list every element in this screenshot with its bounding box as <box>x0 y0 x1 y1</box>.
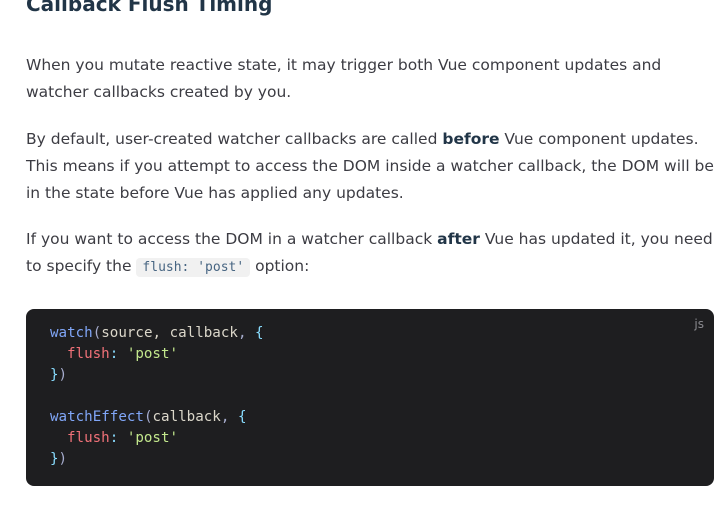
emphasis-before: before <box>442 130 500 148</box>
code-paren-open: ( <box>92 325 102 341</box>
code-property-key: flush <box>67 346 110 362</box>
code-paren-close: ) <box>58 367 68 383</box>
code-arguments: callback <box>152 409 221 425</box>
paragraph-default-text-start: By default, user-created watcher callbac… <box>26 130 443 148</box>
code-comma: , <box>237 325 247 341</box>
code-property-key: flush <box>67 430 110 446</box>
code-line: }) <box>50 365 264 386</box>
docs-page: Callback Flush Timing When you mutate re… <box>0 0 716 508</box>
paragraph-flush-option: If you want to access the DOM in a watch… <box>26 226 716 281</box>
code-line: }) <box>50 449 264 470</box>
paragraph-intro: When you mutate reactive state, it may t… <box>26 52 716 106</box>
code-line: watch(source, callback, { <box>50 323 264 344</box>
code-comma: , <box>220 409 230 425</box>
code-string-value: 'post' <box>126 346 179 362</box>
code-line: flush: 'post' <box>50 344 264 365</box>
code-line: flush: 'post' <box>50 428 264 449</box>
section-heading: Callback Flush Timing <box>26 0 273 16</box>
inline-code-flush-post: flush: 'post' <box>136 258 251 277</box>
code-colon: : <box>109 430 119 446</box>
code-brace-close: } <box>50 367 59 383</box>
code-arguments: source, callback <box>101 325 238 341</box>
code-function-name: watchEffect <box>50 409 144 425</box>
code-content[interactable]: watch(source, callback, {flush: 'post'})… <box>50 323 264 470</box>
code-function-name: watch <box>50 325 93 341</box>
paragraph-flush-text-end: option: <box>250 257 310 275</box>
code-paren-close: ) <box>58 451 68 467</box>
code-string-value: 'post' <box>126 430 179 446</box>
paragraph-intro-text: When you mutate reactive state, it may t… <box>26 56 662 101</box>
paragraph-default-behavior: By default, user-created watcher callbac… <box>26 126 716 207</box>
code-brace-close: } <box>50 451 59 467</box>
code-language-label: js <box>694 317 704 331</box>
paragraph-flush-text-start: If you want to access the DOM in a watch… <box>26 230 438 248</box>
code-brace-open: { <box>237 409 247 425</box>
code-brace-open: { <box>255 325 264 341</box>
code-line: watchEffect(callback, { <box>50 407 264 428</box>
code-paren-open: ( <box>143 409 153 425</box>
code-colon: : <box>109 346 119 362</box>
code-block[interactable]: js watch(source, callback, {flush: 'post… <box>26 309 714 486</box>
emphasis-after: after <box>437 230 480 248</box>
